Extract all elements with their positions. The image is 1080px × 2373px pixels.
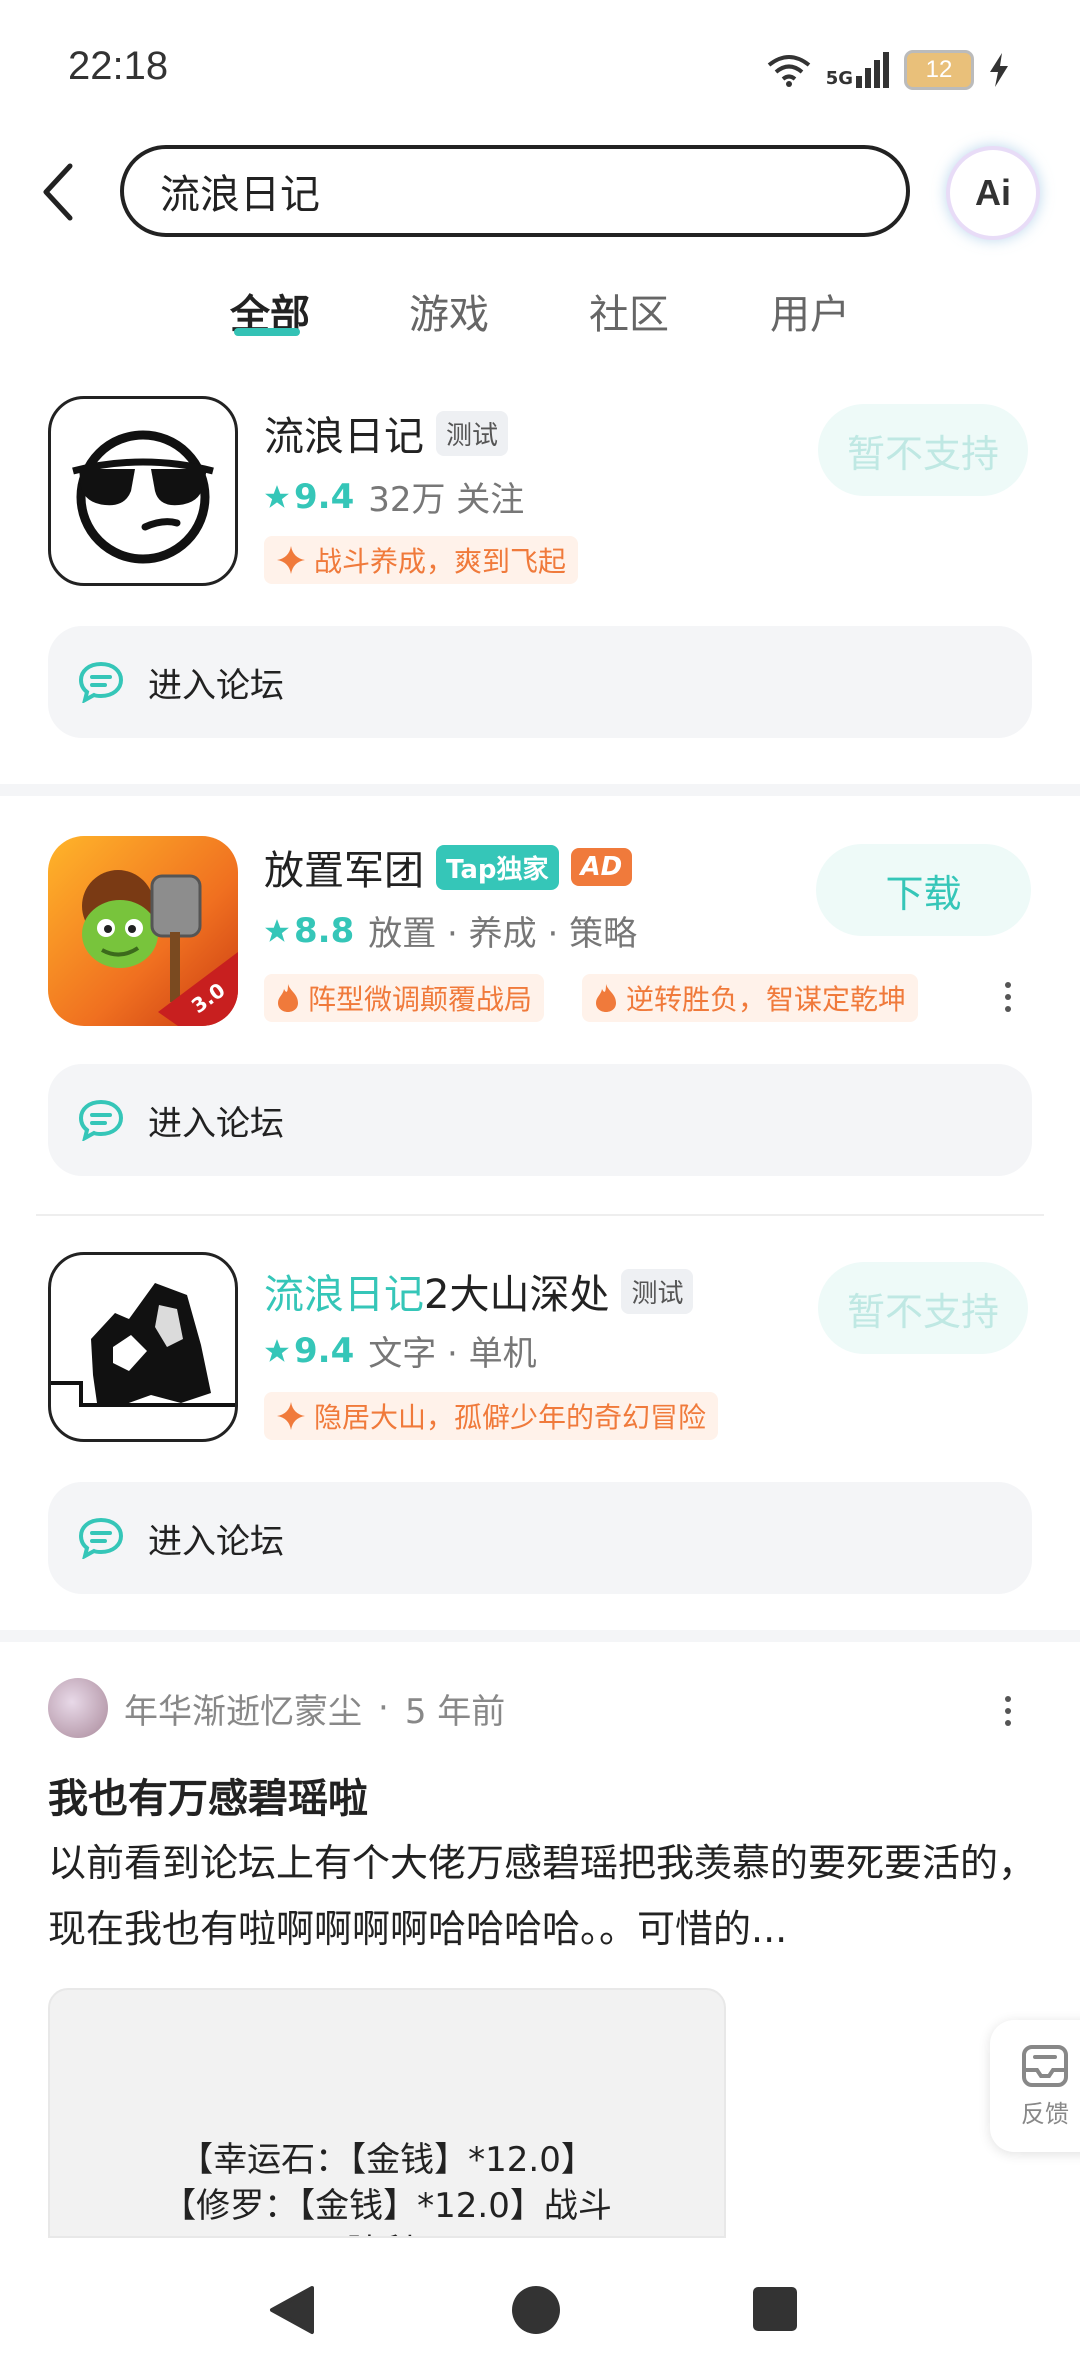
sunglasses-face-icon xyxy=(72,430,214,564)
download-button[interactable]: 下载 xyxy=(816,844,1031,936)
rating-value: 8.8 xyxy=(294,910,355,951)
app-title-row: 流浪日记2大山深处 测试 xyxy=(264,1262,694,1320)
star-icon xyxy=(265,484,289,508)
sparkle-icon xyxy=(277,1402,305,1430)
promo-text: 战斗养成，爽到飞起 xyxy=(314,545,567,578)
app-icon-idle-legion[interactable]: 3.0 xyxy=(48,836,238,1026)
image-text-line: 胜利! xyxy=(50,2224,724,2236)
status-icons: 5G 12 xyxy=(766,50,1010,90)
post-title[interactable]: 我也有万感碧瑶啦 xyxy=(48,1766,368,1824)
app-rating: 9.4 xyxy=(264,1331,354,1371)
app-meta: 文字 · 单机 xyxy=(368,1334,537,1374)
post-body[interactable]: 以前看到论坛上有个大佬万感碧瑶把我羡慕的要死要活的，现在我也有啦啊啊啊啊哈哈哈哈… xyxy=(48,1830,1038,1962)
image-text-line: 【幸运石：【金钱】*12.0】 xyxy=(179,2140,595,2180)
tab-active-indicator xyxy=(234,328,300,336)
app-meta: 32万 关注 xyxy=(368,480,525,520)
enter-forum-button[interactable]: 进入论坛 xyxy=(48,1482,1032,1594)
unsupported-button[interactable]: 暂不支持 xyxy=(818,1262,1028,1354)
star-icon xyxy=(265,1338,289,1362)
promo-tag: 战斗养成，爽到飞起 xyxy=(264,536,579,584)
mountain-icon xyxy=(51,1283,235,1407)
wifi-icon xyxy=(767,55,810,87)
nav-home-icon[interactable] xyxy=(510,2284,562,2336)
more-options-icon[interactable] xyxy=(998,1696,1018,1726)
nav-back-icon[interactable] xyxy=(268,2284,316,2336)
item-divider xyxy=(36,1214,1044,1216)
rating-value: 9.4 xyxy=(294,476,355,517)
enter-forum-button[interactable]: 进入论坛 xyxy=(48,1064,1032,1176)
ai-assistant-button[interactable]: Ai xyxy=(950,150,1036,236)
chat-bubble-icon xyxy=(78,1099,124,1141)
avatar[interactable] xyxy=(48,1678,108,1738)
system-nav-bar xyxy=(0,2240,1080,2373)
app-rating-row: 8.8 放置 · 养成 · 策略 xyxy=(264,906,637,955)
unsupported-button[interactable]: 暂不支持 xyxy=(818,404,1028,496)
feedback-button[interactable]: 反馈 xyxy=(990,2020,1080,2152)
signal-icon xyxy=(856,52,889,88)
app-rating: 8.8 xyxy=(264,911,354,951)
promo-text: 逆转胜负，智谋定乾坤 xyxy=(626,983,907,1016)
tap-exclusive-badge: Tap独家 xyxy=(436,844,559,890)
promo-tag: 逆转胜负，智谋定乾坤 xyxy=(582,974,919,1022)
charging-icon xyxy=(990,53,1008,87)
sparkle-icon xyxy=(277,546,305,574)
search-input[interactable]: 流浪日记 xyxy=(120,145,910,237)
forum-label: 进入论坛 xyxy=(148,665,284,706)
app-title[interactable]: 放置军团 xyxy=(264,838,424,896)
app-icon-liulang-diary[interactable] xyxy=(48,396,238,586)
flame-icon xyxy=(596,984,616,1012)
title-rest: 2大山深处 xyxy=(424,1272,610,1318)
game-character-icon: 3.0 xyxy=(82,870,238,1026)
dot-separator: · xyxy=(378,1688,389,1728)
app-rating-row: 9.4 文字 · 单机 xyxy=(264,1326,537,1375)
chat-bubble-icon xyxy=(78,1517,124,1559)
app-icon-liulang-diary-2[interactable] xyxy=(48,1252,238,1442)
app-title[interactable]: 流浪日记2大山深处 xyxy=(264,1262,609,1320)
image-text-line: 【修罗：【金钱】*12.0】战斗 xyxy=(162,2186,612,2226)
tab-games[interactable]: 游戏 xyxy=(409,282,489,340)
promo-text: 阵型微调颠覆战局 xyxy=(308,983,533,1016)
post-author[interactable]: 年华渐逝忆蒙尘 xyxy=(124,1684,362,1733)
chat-bubble-icon xyxy=(78,661,124,703)
app-title-row: 流浪日记 测试 xyxy=(264,404,509,462)
title-highlight: 流浪日记 xyxy=(264,1272,424,1318)
battery-indicator: 12 xyxy=(904,50,974,90)
promo-tag: 阵型微调颠覆战局 xyxy=(264,974,545,1022)
app-rating-row: 9.4 32万 关注 xyxy=(264,472,524,521)
more-options-icon[interactable] xyxy=(998,982,1018,1012)
enter-forum-button[interactable]: 进入论坛 xyxy=(48,626,1032,738)
test-badge: 测试 xyxy=(621,1268,694,1314)
rating-value: 9.4 xyxy=(294,1330,355,1371)
section-divider xyxy=(0,1630,1080,1642)
status-time: 22:18 xyxy=(68,44,169,88)
promo-tag: 隐居大山，孤僻少年的奇幻冒险 xyxy=(264,1392,719,1440)
post-author-row: 年华渐逝忆蒙尘 · 5 年前 xyxy=(48,1678,505,1738)
post-time: 5 年前 xyxy=(404,1691,506,1732)
feedback-label: 反馈 xyxy=(1021,2099,1069,2128)
app-title[interactable]: 流浪日记 xyxy=(264,404,424,462)
star-icon xyxy=(265,918,289,942)
ai-icon: Ai xyxy=(975,172,1011,213)
network-type: 5G xyxy=(825,68,853,89)
app-rating: 9.4 xyxy=(264,477,354,517)
back-button[interactable] xyxy=(38,160,88,230)
chevron-left-icon xyxy=(43,163,73,221)
forum-label: 进入论坛 xyxy=(148,1521,284,1562)
forum-label: 进入论坛 xyxy=(148,1103,284,1144)
nav-recents-icon[interactable] xyxy=(752,2286,798,2332)
promo-text: 隐居大山，孤僻少年的奇幻冒险 xyxy=(314,1401,707,1434)
tab-users[interactable]: 用户 xyxy=(770,282,850,340)
search-query: 流浪日记 xyxy=(160,172,320,218)
feedback-icon xyxy=(1022,2044,1068,2087)
section-divider xyxy=(0,784,1080,796)
app-meta: 放置 · 养成 · 策略 xyxy=(368,914,638,954)
app-title-row: 放置军团 Tap独家 AD xyxy=(264,838,633,896)
post-image[interactable]: 【幸运石：【金钱】*12.0】 【修罗：【金钱】*12.0】战斗 胜利! xyxy=(48,1988,726,2238)
test-badge: 测试 xyxy=(436,410,509,456)
tab-community[interactable]: 社区 xyxy=(589,282,669,340)
ad-badge: AD xyxy=(570,848,633,886)
flame-icon xyxy=(278,984,298,1012)
